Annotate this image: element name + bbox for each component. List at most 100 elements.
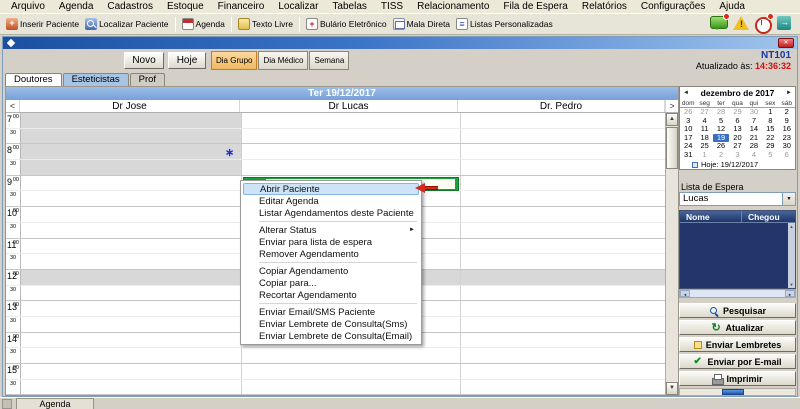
slot-8h30-col3[interactable]	[461, 160, 665, 175]
calendar-day-5[interactable]: 5	[762, 150, 778, 160]
alarm-icon[interactable]	[754, 12, 774, 34]
menu-financeiro[interactable]: Financeiro	[211, 0, 272, 13]
slot-10h00-col1[interactable]	[21, 207, 242, 222]
slot-10h30-col1[interactable]	[21, 222, 242, 238]
dropdown-icon[interactable]: ▼	[782, 193, 795, 205]
tab-doutores[interactable]: Doutores	[5, 73, 62, 86]
slot-7h00-col1[interactable]	[21, 113, 242, 128]
slot-7h30-col2[interactable]	[242, 128, 461, 144]
slot-9h00-col1[interactable]	[21, 175, 242, 191]
menuitem-enviar-lembrete-de-consulta-sms[interactable]: Enviar Lembrete de Consulta(Sms)	[243, 318, 419, 330]
slot-11h00-col1[interactable]	[21, 238, 242, 254]
menu-fila-de-espera[interactable]: Fila de Espera	[496, 0, 574, 13]
slot-8h30-col2[interactable]	[242, 160, 461, 175]
waitlist-scrollbar[interactable]: ▲ ▼	[788, 223, 795, 288]
sidebar-slider[interactable]	[679, 388, 796, 396]
tab-esteticistas[interactable]: Esteticistas	[62, 73, 129, 86]
menuitem-listar-agendamentos-deste-paciente[interactable]: Listar Agendamentos deste Paciente	[243, 207, 419, 219]
slot-12h30-col1[interactable]	[21, 285, 242, 301]
hscroll-track[interactable]	[690, 290, 785, 297]
exit-icon[interactable]	[776, 15, 794, 32]
slot-15h00-col2[interactable]	[242, 364, 461, 379]
calendar-day-1[interactable]: 1	[696, 150, 712, 160]
toolbar-mala-direta[interactable]: Mala Direta	[390, 15, 453, 33]
slot-10h00-col3[interactable]	[461, 207, 665, 222]
calendar-day-31[interactable]: 31	[680, 150, 696, 160]
slot-15h00-col1[interactable]	[21, 364, 242, 379]
calendar-prev-icon[interactable]: ◄	[680, 90, 692, 96]
hscroll-left-icon[interactable]: ◄	[680, 290, 690, 297]
toolbar-bulario-eletronico[interactable]: Bulário Eletrônico	[303, 15, 390, 33]
toolbar-inserir-paciente[interactable]: Inserir Paciente	[3, 15, 82, 33]
prev-day-icon[interactable]: <	[6, 100, 20, 112]
slot-11h00-col3[interactable]	[461, 239, 665, 254]
calendar-day-3[interactable]: 3	[729, 150, 745, 160]
calendar-day-6[interactable]: 6	[779, 150, 795, 160]
slot-8h00-col2[interactable]	[242, 144, 461, 160]
slot-8h00-col3[interactable]	[461, 144, 665, 159]
hscroll-right-icon[interactable]: ►	[785, 290, 795, 297]
menu-cadastros[interactable]: Cadastros	[100, 0, 160, 13]
column-dr-jose[interactable]: Dr Jose	[20, 100, 240, 112]
slot-14h30-col2[interactable]	[242, 348, 461, 363]
toolbar-localizar-paciente[interactable]: Localizar Paciente	[82, 15, 171, 33]
menuitem-alterar-status[interactable]: Alterar Status ►	[243, 224, 419, 236]
sidebar-button-atualizar[interactable]: Atualizar	[679, 320, 796, 335]
sidebar-button-enviar-lembretes[interactable]: Enviar Lembretes	[679, 337, 796, 352]
menu-tabelas[interactable]: Tabelas	[325, 0, 373, 13]
toggle-dia-medico[interactable]: Dia Médico	[258, 51, 309, 70]
next-day-icon[interactable]: >	[665, 100, 678, 112]
hoje-button[interactable]: Hoje	[168, 52, 206, 69]
slot-14h00-col1[interactable]	[21, 332, 242, 348]
slot-14h30-col1[interactable]	[21, 348, 242, 363]
column-dr-lucas[interactable]: Dr Lucas	[240, 100, 458, 112]
slot-9h30-col3[interactable]	[461, 191, 665, 206]
calendar-next-icon[interactable]: ►	[783, 90, 795, 96]
slot-9h30-col1[interactable]	[21, 191, 242, 207]
waitlist-scroll-up-icon[interactable]: ▲	[790, 224, 794, 229]
menu-agenda[interactable]: Agenda	[52, 0, 100, 13]
slot-7h30-col1[interactable]	[21, 128, 242, 144]
slot-15h30-col3[interactable]	[461, 380, 665, 395]
warning-icon[interactable]	[732, 15, 750, 32]
waitlist-doctor-select[interactable]: Lucas ▼	[679, 192, 796, 206]
slot-8h00-col1[interactable]	[21, 144, 242, 160]
calendar-today[interactable]: Hoje: 19/12/2017	[680, 159, 795, 170]
sidebar-button-enviar-por-e-mail[interactable]: Enviar por E-mail	[679, 354, 796, 369]
menuitem-remover-agendamento[interactable]: Remover Agendamento	[243, 248, 419, 260]
menuitem-editar-agenda[interactable]: Editar Agenda	[243, 195, 419, 207]
calendar-day-4[interactable]: 4	[746, 150, 762, 160]
close-button[interactable]: ✕	[778, 38, 794, 48]
toolbar-agenda[interactable]: Agenda	[179, 15, 228, 33]
slot-10h30-col3[interactable]	[461, 223, 665, 238]
toolbar-texto-livre[interactable]: Texto Livre	[235, 15, 296, 33]
menu-relatorios[interactable]: Relatórios	[575, 0, 634, 13]
waitlist-col-nome[interactable]: Nome	[680, 211, 742, 222]
menuitem-enviar-email-sms-paciente[interactable]: Enviar Email/SMS Paciente	[243, 306, 419, 318]
menu-configuracoes[interactable]: Configurações	[634, 0, 712, 13]
calendar-day-2[interactable]: 2	[713, 150, 729, 160]
slider-thumb[interactable]	[722, 389, 744, 395]
slot-11h30-col3[interactable]	[461, 254, 665, 269]
slot-7h00-col3[interactable]	[461, 113, 665, 128]
menu-tiss[interactable]: TISS	[374, 0, 410, 13]
slot-14h00-col3[interactable]	[461, 333, 665, 348]
menuitem-abrir-paciente[interactable]: Abrir Paciente	[243, 183, 419, 195]
novo-button[interactable]: Novo	[124, 52, 164, 69]
toggle-dia-grupo[interactable]: Dia Grupo	[211, 51, 258, 70]
slot-7h00-col2[interactable]	[242, 113, 461, 128]
menuitem-copiar-agendamento[interactable]: Copiar Agendamento	[243, 265, 419, 277]
slot-12h00-col1[interactable]	[21, 269, 242, 285]
menuitem-copiar-para[interactable]: Copiar para...	[243, 277, 419, 289]
statusbar-tab-agenda[interactable]: Agenda	[16, 398, 94, 409]
window-titlebar[interactable]: ✕	[3, 37, 797, 49]
toolbar-listas-personalizadas[interactable]: Listas Personalizadas	[453, 15, 556, 33]
scroll-thumb[interactable]	[666, 127, 678, 169]
slot-8h30-col1[interactable]	[21, 160, 242, 175]
slot-12h30-col3[interactable]	[461, 286, 665, 301]
menu-localizar[interactable]: Localizar	[271, 0, 325, 13]
waitlist-hscroll[interactable]: ◄ ►	[679, 289, 796, 298]
slot-13h30-col3[interactable]	[461, 317, 665, 332]
sidebar-button-pesquisar[interactable]: Pesquisar	[679, 303, 796, 318]
slot-15h30-col2[interactable]	[242, 379, 461, 395]
